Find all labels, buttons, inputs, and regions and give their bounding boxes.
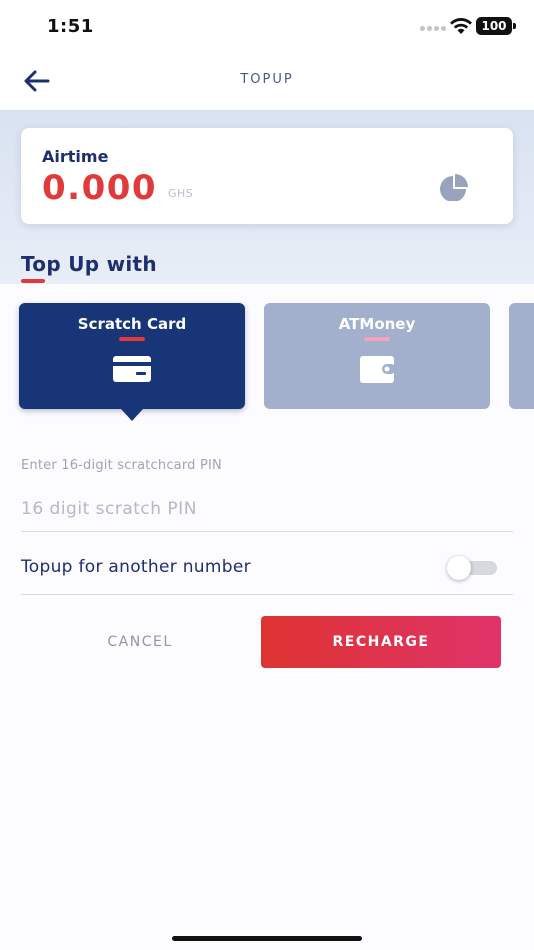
another-number-toggle[interactable]	[447, 556, 497, 580]
airtime-label: Airtime	[42, 147, 109, 166]
method-label: Scratch Card	[77, 315, 187, 333]
wifi-icon	[450, 18, 472, 34]
section-title-underline	[21, 279, 45, 283]
method-label: ATMoney	[338, 315, 416, 333]
method-atmoney[interactable]: ATMoney	[264, 303, 490, 409]
airtime-card: Airtime 0.000 GHS	[21, 128, 513, 224]
card-icon	[113, 356, 151, 382]
cancel-button[interactable]: CANCEL	[40, 616, 240, 668]
toggle-knob	[447, 556, 471, 580]
status-bar: 1:51 100	[0, 0, 534, 52]
method-card-partial[interactable]	[509, 303, 534, 409]
pin-input[interactable]	[21, 486, 513, 532]
airtime-currency: GHS	[168, 187, 194, 200]
recharge-button[interactable]: RECHARGE	[261, 616, 501, 668]
page-title: TOPUP	[240, 72, 294, 87]
battery-icon: 100	[476, 17, 516, 35]
cellular-signal-icon	[420, 26, 446, 31]
wallet-icon	[360, 356, 396, 383]
method-scratch-card[interactable]: Scratch Card	[19, 303, 245, 409]
status-time: 1:51	[47, 16, 94, 37]
selected-method-pointer	[121, 409, 143, 421]
method-underline	[119, 337, 145, 341]
airtime-balance: 0.000	[42, 168, 158, 208]
app-header: TOPUP	[0, 52, 534, 110]
another-number-row: Topup for another number	[21, 545, 513, 595]
section-title: Top Up with	[21, 252, 157, 276]
pin-label: Enter 16-digit scratchcard PIN	[21, 458, 222, 473]
another-number-label: Topup for another number	[21, 557, 251, 577]
pie-chart-icon[interactable]	[439, 173, 471, 201]
method-underline	[364, 337, 390, 341]
home-indicator	[172, 936, 362, 941]
